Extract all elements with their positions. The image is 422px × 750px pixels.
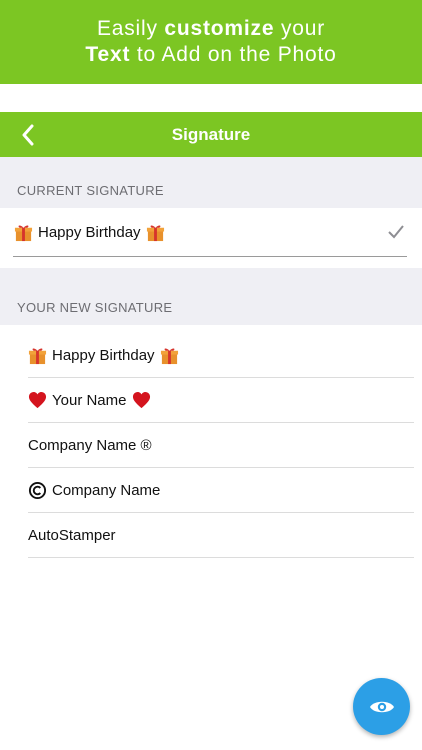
banner-spacer <box>0 84 422 112</box>
list-item-label: AutoStamper <box>28 526 116 544</box>
list-item-label: Company Name ® <box>28 436 152 454</box>
promo-line-2: Text to Add on the Photo <box>85 42 336 68</box>
list-item-label: Your Name <box>52 391 127 409</box>
gift-icon <box>14 225 33 241</box>
signature-option-autostamper[interactable]: AutoStamper <box>28 513 414 558</box>
section-header-current: CURRENT SIGNATURE <box>0 157 422 208</box>
signature-option-company-registered[interactable]: Company Name ® <box>28 423 414 468</box>
current-signature-row: Happy Birthday <box>13 208 407 257</box>
promo-text: Easily <box>96 17 165 40</box>
eye-icon <box>369 701 394 712</box>
chevron-left-icon <box>22 124 34 146</box>
signature-option-your-name[interactable]: Your Name <box>28 378 414 423</box>
promo-text: to Add on the Photo <box>130 43 337 66</box>
checkmark-icon <box>388 225 404 239</box>
back-button[interactable] <box>14 121 42 149</box>
signature-options-list: Happy Birthday Your Name Company Name ® … <box>28 333 414 558</box>
signature-option-happy-birthday[interactable]: Happy Birthday <box>28 333 414 378</box>
navigation-bar: Signature <box>0 112 422 157</box>
promo-bold-text: Text <box>85 43 131 66</box>
gift-icon <box>28 348 47 364</box>
signature-option-company-copyright[interactable]: Company Name <box>28 468 414 513</box>
promo-bold-text: customize <box>164 17 275 40</box>
section-header-new: YOUR NEW SIGNATURE <box>0 268 422 325</box>
promo-line-1: Easily customize your <box>97 16 325 42</box>
gift-icon <box>160 348 178 364</box>
promo-banner: Easily customize your Text to Add on the… <box>0 0 422 84</box>
list-item-label: Happy Birthday <box>52 346 155 364</box>
gift-icon <box>146 225 164 241</box>
copyright-icon <box>28 481 47 499</box>
current-signature-text: Happy Birthday <box>38 223 141 241</box>
page-title: Signature <box>171 124 251 144</box>
preview-button[interactable] <box>353 678 410 735</box>
list-item-label: Company Name <box>52 481 161 499</box>
heart-icon <box>132 391 150 408</box>
heart-icon <box>28 391 47 408</box>
promo-text: your <box>274 17 326 40</box>
